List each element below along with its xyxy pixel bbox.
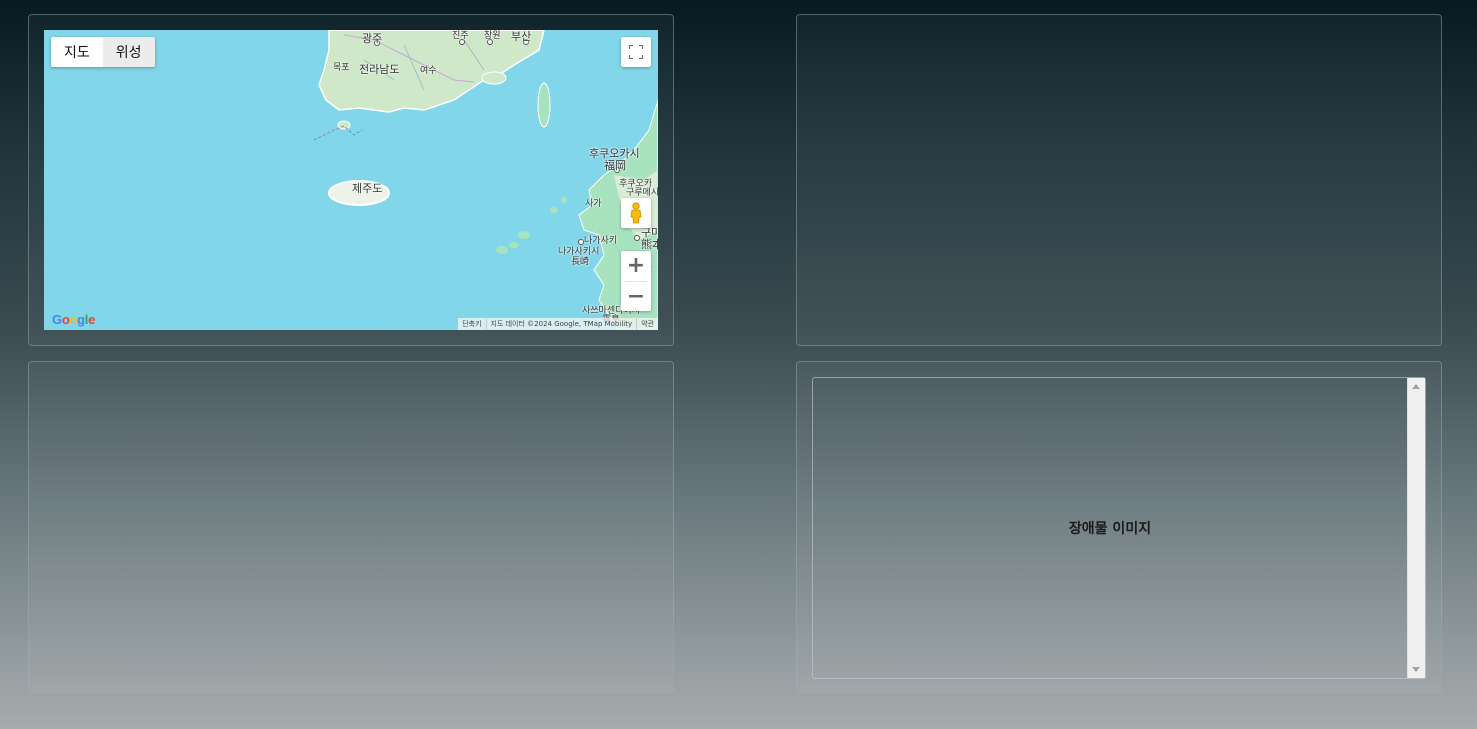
zoom-out-icon: −: [626, 283, 646, 309]
map-label-fukuoka-ja: 福岡: [604, 159, 626, 172]
fullscreen-button[interactable]: [621, 37, 651, 67]
map-label-saga: 사가: [585, 199, 602, 209]
zoom-out-button[interactable]: −: [621, 282, 651, 312]
empty-panel-top-right: [796, 14, 1442, 346]
map-label-jeollanamdo: 전라남도: [359, 63, 400, 76]
scrollbar[interactable]: [1407, 378, 1425, 678]
street-view-button[interactable]: [621, 198, 651, 228]
map-label-jeju: 제주도: [352, 182, 383, 195]
obstacle-image-label: 장애물 이미지: [1068, 521, 1152, 537]
fullscreen-icon: [629, 45, 643, 59]
map-canvas: [44, 30, 658, 330]
map-label-nagasaki-ja: 長崎: [571, 257, 590, 267]
scroll-down-arrow-icon[interactable]: [1412, 667, 1420, 672]
google-map[interactable]: 광주 진주 창원 부산 목포 전라남도 여수 후쿠오카시 福岡 후쿠오카 구루메…: [44, 30, 658, 330]
obstacle-image-panel: 장애물 이미지: [796, 361, 1442, 693]
keyboard-shortcuts-link[interactable]: 단축키: [458, 318, 485, 330]
map-label-kumamoto-ja: 熊本: [641, 238, 658, 251]
map-label-kurume: 구루메시: [626, 188, 658, 198]
map-label-yeosu: 여수: [420, 66, 437, 76]
map-label-jinju: 진주: [452, 31, 469, 41]
zoom-in-icon: +: [626, 253, 646, 279]
map-label-changwon: 창원: [484, 31, 501, 41]
terms-link[interactable]: 약관: [636, 318, 658, 330]
map-label-busan: 부산: [511, 30, 532, 43]
google-logo[interactable]: Google: [52, 312, 95, 327]
map-type-control: 지도 위성: [51, 37, 155, 67]
scroll-up-arrow-icon[interactable]: [1412, 384, 1420, 389]
map-data-attribution: 지도 데이터 ©2024 Google, TMap Mobility: [485, 318, 637, 330]
map-panel: 광주 진주 창원 부산 목포 전라남도 여수 후쿠오카시 福岡 후쿠오카 구루메…: [28, 14, 674, 346]
map-label-mokpo: 목포: [333, 63, 350, 73]
satellite-type-button[interactable]: 위성: [102, 37, 155, 67]
map-type-button[interactable]: 지도: [51, 37, 103, 67]
zoom-control: + −: [621, 251, 651, 311]
obstacle-image-frame: 장애물 이미지: [812, 377, 1426, 679]
map-label-gwangju: 광주: [362, 32, 383, 45]
map-attribution: 단축키 지도 데이터 ©2024 Google, TMap Mobility 약…: [458, 318, 658, 330]
pegman-icon: [630, 202, 642, 224]
empty-panel-bottom-left: [28, 361, 674, 693]
zoom-in-button[interactable]: +: [621, 251, 651, 281]
